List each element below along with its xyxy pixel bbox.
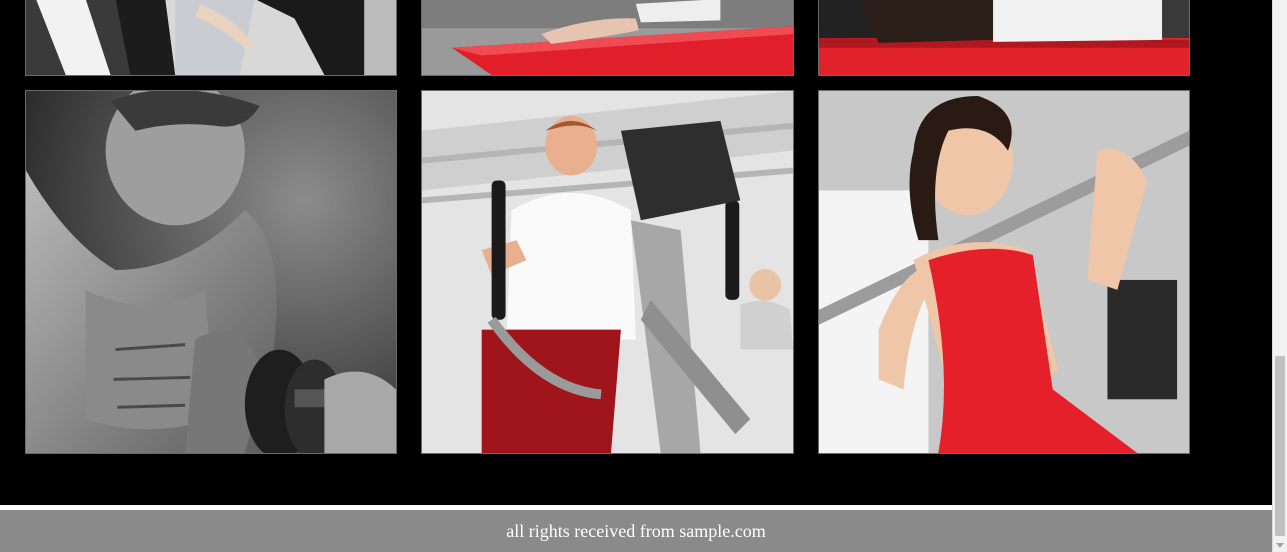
legs-stretching-image — [26, 0, 396, 75]
person-lying-on-red-mat-photo[interactable] — [818, 0, 1190, 76]
hand-on-red-mat-image — [422, 0, 793, 75]
page-footer: all rights received from sample.com — [0, 510, 1272, 552]
page: all rights received from sample.com — [0, 0, 1272, 552]
hand-on-red-mat-photo[interactable] — [421, 0, 794, 76]
scrollbar-thumb[interactable] — [1275, 356, 1285, 536]
vertical-scrollbar[interactable] — [1272, 0, 1287, 552]
person-lying-on-red-mat-image — [819, 0, 1189, 75]
scroll-down-arrow-icon[interactable] — [1276, 543, 1284, 548]
woman-with-barbell-photo[interactable] — [818, 90, 1190, 454]
man-lifting-dumbbell-photo[interactable] — [25, 90, 397, 454]
man-lifting-dumbbell-image — [26, 91, 396, 453]
footer-copyright-text: all rights received from sample.com — [506, 520, 766, 541]
photo-gallery — [0, 0, 1272, 505]
woman-with-barbell-image — [819, 91, 1189, 453]
man-on-elliptical-trainer-photo[interactable] — [421, 90, 794, 454]
legs-stretching-photo[interactable] — [25, 0, 397, 76]
man-on-elliptical-trainer-image — [422, 91, 793, 453]
